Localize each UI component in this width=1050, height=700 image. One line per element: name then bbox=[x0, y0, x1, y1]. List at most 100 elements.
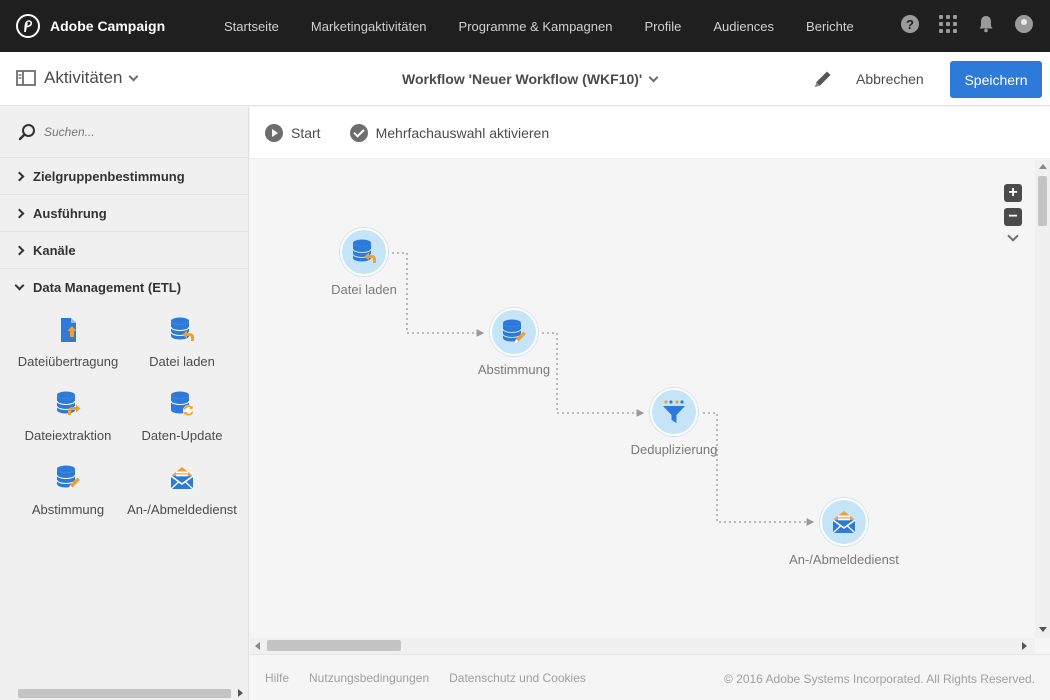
activity-file-transfer[interactable]: Dateiübertragung bbox=[11, 316, 125, 390]
nav-item-audiences[interactable]: Audiences bbox=[713, 19, 774, 34]
grid-icon bbox=[939, 15, 957, 33]
node-circle bbox=[490, 308, 538, 356]
reconciliation-icon bbox=[56, 465, 80, 490]
zoom-in-button[interactable]: + bbox=[1004, 184, 1022, 202]
activity-label: Datei laden bbox=[149, 354, 215, 369]
reconciliation-icon bbox=[502, 319, 526, 344]
sidebar-panel-icon bbox=[16, 70, 36, 86]
category-label: Ausführung bbox=[33, 205, 107, 221]
nav-item-programme-kampagnen[interactable]: Programme & Kampagnen bbox=[459, 19, 613, 34]
nav-item-profile[interactable]: Profile bbox=[644, 19, 681, 34]
scrollbar-thumb[interactable] bbox=[18, 689, 231, 698]
category-kanaele[interactable]: Kanäle bbox=[0, 232, 248, 269]
app-logo[interactable]: Adobe Campaign bbox=[16, 14, 206, 38]
zoom-out-button[interactable]: − bbox=[1004, 208, 1022, 226]
scrollbar-thumb[interactable] bbox=[1038, 176, 1047, 226]
activity-label: An-/Abmeldedienst bbox=[127, 502, 237, 517]
copyright-text: © 2016 Adobe Systems Incorporated. All R… bbox=[723, 672, 1035, 686]
node-label: Abstimmung bbox=[477, 362, 551, 377]
help-icon: ? bbox=[901, 15, 919, 33]
nav-item-marketingaktivitaeten[interactable]: Marketingaktivitäten bbox=[311, 19, 427, 34]
nav-item-startseite[interactable]: Startseite bbox=[224, 19, 279, 34]
activities-menu-label: Aktivitäten bbox=[44, 68, 123, 87]
node-circle bbox=[820, 498, 868, 546]
canvas-horizontal-scrollbar[interactable] bbox=[250, 638, 1035, 654]
app-switcher-button[interactable] bbox=[938, 14, 958, 34]
deduplication-icon bbox=[663, 400, 685, 423]
node-circle bbox=[650, 388, 698, 436]
update-data-icon bbox=[170, 391, 194, 416]
start-button[interactable]: Start bbox=[265, 123, 321, 142]
activity-reconciliation[interactable]: Abstimmung bbox=[11, 464, 125, 538]
activity-label: Abstimmung bbox=[31, 502, 105, 517]
scroll-down-arrow-icon[interactable] bbox=[1039, 627, 1047, 632]
category-label: Kanäle bbox=[33, 242, 76, 258]
activity-label: Dateiextraktion bbox=[24, 428, 112, 443]
workflow-node-reconciliation[interactable]: Abstimmung bbox=[464, 308, 564, 377]
workflow-title: Workflow 'Neuer Workflow (WKF10)' bbox=[402, 71, 643, 87]
activity-extract-file[interactable]: Dateiextraktion bbox=[11, 390, 125, 464]
chevron-right-icon bbox=[14, 208, 25, 218]
footer-link-help[interactable]: Hilfe bbox=[265, 671, 289, 685]
workflow-node-deduplication[interactable]: Deduplizierung bbox=[624, 388, 724, 457]
scroll-right-arrow-icon[interactable] bbox=[238, 689, 243, 697]
workflow-canvas[interactable]: Datei laden Abstimmung Deduplizierung An… bbox=[250, 160, 1035, 638]
edit-properties-button[interactable] bbox=[812, 68, 834, 90]
zoom-controls: + − bbox=[1004, 184, 1022, 242]
cancel-button[interactable]: Abbrechen bbox=[856, 71, 924, 87]
nav-item-berichte[interactable]: Berichte bbox=[806, 19, 854, 34]
scroll-up-arrow-icon[interactable] bbox=[1039, 164, 1047, 169]
chevron-right-icon bbox=[14, 171, 25, 181]
multiselect-label: Mehrfachauswahl aktivieren bbox=[375, 124, 550, 141]
start-label: Start bbox=[291, 124, 321, 141]
notifications-button[interactable] bbox=[976, 14, 996, 34]
top-navigation: Adobe Campaign Startseite Marketingaktiv… bbox=[0, 0, 1050, 52]
footer-link-privacy[interactable]: Datenschutz und Cookies bbox=[449, 671, 586, 685]
file-transfer-icon bbox=[61, 318, 77, 342]
user-profile-button[interactable] bbox=[1014, 14, 1034, 34]
category-label: Zielgruppenbestimmung bbox=[33, 168, 185, 184]
nav-icon-group: ? bbox=[882, 14, 1034, 34]
activity-label: Dateiübertragung bbox=[17, 354, 119, 369]
workflow-node-load-file[interactable]: Datei laden bbox=[314, 228, 414, 297]
category-label: Data Management (ETL) bbox=[33, 280, 182, 295]
sidebar-horizontal-scrollbar[interactable] bbox=[0, 686, 249, 700]
pencil-icon bbox=[815, 71, 831, 87]
node-circle bbox=[340, 228, 388, 276]
node-label: Datei laden bbox=[331, 282, 397, 297]
scroll-left-arrow-icon[interactable] bbox=[255, 642, 260, 650]
page-footer: Hilfe Nutzungsbedingungen Datenschutz un… bbox=[250, 654, 1050, 700]
app-name: Adobe Campaign bbox=[50, 18, 166, 34]
canvas-vertical-scrollbar[interactable] bbox=[1035, 160, 1050, 638]
multiselect-toggle[interactable]: Mehrfachauswahl aktivieren bbox=[349, 123, 550, 142]
load-file-icon bbox=[170, 317, 194, 341]
activity-palette: Dateiübertragung Datei laden Dateiextrak… bbox=[0, 316, 248, 538]
category-zielgruppenbestimmung[interactable]: Zielgruppenbestimmung bbox=[0, 158, 248, 195]
save-button[interactable]: Speichern bbox=[950, 61, 1042, 98]
workflow-node-subscription-service[interactable]: An-/Abmeldedienst bbox=[789, 498, 899, 567]
chevron-right-icon bbox=[14, 245, 25, 255]
activity-label: Daten-Update bbox=[141, 428, 223, 443]
activities-menu-toggle[interactable]: Aktivitäten bbox=[16, 68, 139, 88]
activity-update-data[interactable]: Daten-Update bbox=[125, 390, 239, 464]
adobe-campaign-logo-icon bbox=[16, 14, 40, 38]
scroll-right-arrow-icon[interactable] bbox=[1022, 642, 1027, 650]
activities-sidebar: Zielgruppenbestimmung Ausführung Kanäle … bbox=[0, 107, 249, 700]
load-file-icon bbox=[352, 239, 376, 263]
footer-link-terms[interactable]: Nutzungsbedingungen bbox=[309, 671, 429, 685]
category-ausfuehrung[interactable]: Ausführung bbox=[0, 195, 248, 232]
activity-load-file[interactable]: Datei laden bbox=[125, 316, 239, 390]
zoom-more-chevron-down-icon[interactable] bbox=[1007, 230, 1019, 242]
scrollbar-thumb[interactable] bbox=[267, 640, 401, 651]
subscription-service-icon bbox=[832, 511, 856, 534]
workflow-action-bar: Aktivitäten Workflow 'Neuer Workflow (WK… bbox=[0, 52, 1050, 106]
search-input[interactable] bbox=[44, 125, 244, 139]
category-data-management[interactable]: Data Management (ETL) bbox=[0, 269, 248, 306]
node-label: An-/Abmeldedienst bbox=[789, 552, 899, 567]
main-menu: Startseite Marketingaktivitäten Programm… bbox=[224, 19, 886, 34]
activity-subscription-service[interactable]: An-/Abmeldedienst bbox=[125, 464, 239, 538]
bell-icon bbox=[979, 16, 993, 33]
help-button[interactable]: ? bbox=[900, 14, 920, 34]
chevron-down-icon bbox=[14, 280, 25, 291]
workflow-title-dropdown[interactable]: Workflow 'Neuer Workflow (WKF10)' bbox=[402, 71, 659, 87]
